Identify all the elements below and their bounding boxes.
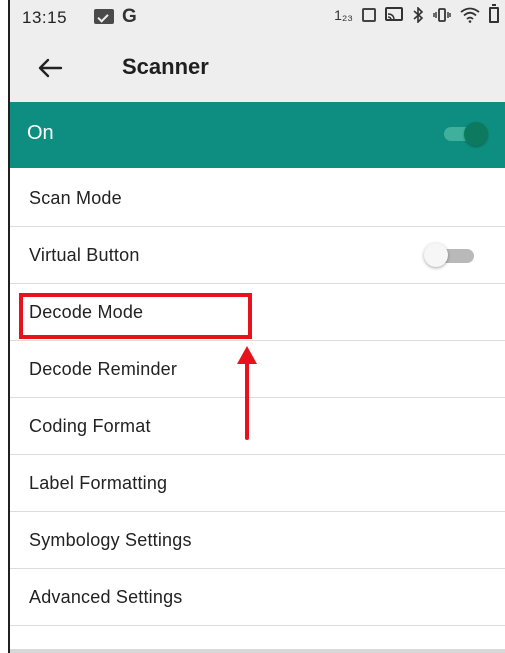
data-saver-icon: 1₂₃ bbox=[334, 7, 353, 23]
setting-label: Decode Mode bbox=[29, 302, 144, 322]
bluetooth-icon bbox=[412, 6, 424, 24]
setting-partial-next[interactable] bbox=[10, 626, 505, 649]
setting-label: Coding Format bbox=[29, 416, 151, 436]
vibrate-icon bbox=[433, 7, 451, 23]
page-title: Scanner bbox=[122, 54, 209, 79]
message-icon bbox=[94, 9, 114, 24]
setting-label: Decode Reminder bbox=[29, 359, 178, 379]
setting-label-formatting[interactable]: Label Formatting bbox=[10, 455, 505, 512]
master-toggle-thumb[interactable] bbox=[464, 122, 488, 146]
setting-label: Scan Mode bbox=[29, 188, 122, 208]
screen-icon bbox=[362, 8, 376, 22]
setting-label: Label Formatting bbox=[29, 473, 168, 493]
app-bar: Scanner bbox=[10, 34, 505, 102]
screenshot-frame-left bbox=[0, 0, 10, 653]
setting-label: Symbology Settings bbox=[29, 530, 192, 550]
setting-advanced-settings[interactable]: Advanced Settings bbox=[10, 569, 505, 626]
virtual-button-toggle-thumb[interactable] bbox=[424, 243, 448, 267]
status-bar: 13:15 G 1₂₃ bbox=[10, 0, 505, 34]
setting-label: Virtual Button bbox=[29, 245, 140, 265]
cast-icon bbox=[385, 7, 403, 23]
setting-symbology-settings[interactable]: Symbology Settings bbox=[10, 512, 505, 569]
setting-decode-mode[interactable]: Decode Mode bbox=[10, 284, 505, 341]
phone-screen: 13:15 G 1₂₃ Scanner On Scan Mode Virtual… bbox=[10, 0, 505, 649]
master-switch-label: On bbox=[27, 122, 54, 144]
master-switch-bar[interactable]: On bbox=[10, 102, 505, 168]
back-button[interactable] bbox=[32, 50, 68, 86]
setting-label: Advanced Settings bbox=[29, 587, 183, 607]
arrow-left-icon bbox=[38, 58, 63, 78]
battery-icon bbox=[489, 4, 499, 23]
status-time: 13:15 bbox=[22, 8, 68, 27]
google-icon: G bbox=[122, 6, 137, 27]
wifi-icon bbox=[460, 7, 480, 23]
annotation-arrow-up-icon bbox=[237, 346, 257, 440]
screenshot-frame-bottom bbox=[10, 649, 505, 653]
setting-scan-mode[interactable]: Scan Mode bbox=[10, 170, 505, 227]
setting-virtual-button[interactable]: Virtual Button bbox=[10, 227, 505, 284]
status-icons: 1₂₃ bbox=[334, 4, 499, 24]
